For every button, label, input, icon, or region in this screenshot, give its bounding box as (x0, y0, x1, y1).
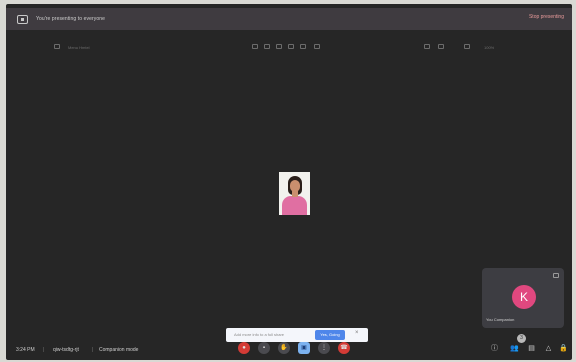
present-icon: ▣ (301, 345, 307, 351)
shared-document-toolbar: Menu Hmtel 100% (6, 40, 572, 54)
stop-presenting-button[interactable]: Stop presenting (529, 14, 564, 20)
tool-icon[interactable] (300, 44, 306, 49)
separator: | (43, 347, 45, 353)
separator: | (92, 347, 94, 353)
camera-icon: ▪ (262, 345, 266, 351)
info-button[interactable]: ⓘ (490, 344, 499, 353)
companion-mode-label: Companion mode (99, 347, 139, 353)
meet-window: You're presenting to everyone Stop prese… (6, 4, 572, 360)
self-video-tile[interactable]: K You Companion (482, 268, 564, 328)
raise-hand-button[interactable]: ✋ (278, 342, 290, 354)
zoom-icon[interactable] (464, 44, 470, 49)
tool-icon[interactable] (252, 44, 258, 49)
meeting-clock: 3:24 PM (16, 347, 35, 353)
tool-icon[interactable] (276, 44, 282, 49)
present-button[interactable]: ▣ (298, 342, 310, 354)
more-options-button[interactable]: ⋮ (318, 342, 330, 354)
activities-button[interactable]: △ (544, 344, 553, 353)
meeting-code: qiw-tsdtg-rjt (53, 347, 79, 353)
presenting-banner-text: You're presenting to everyone (36, 16, 105, 22)
present-screen-icon (17, 14, 28, 24)
presenting-banner: You're presenting to everyone Stop prese… (6, 8, 572, 30)
chat-button[interactable]: ▤ (527, 344, 536, 353)
people-button[interactable]: 👥 (510, 344, 519, 353)
chat-icon: ▤ (528, 345, 535, 352)
tool-icon[interactable] (314, 44, 320, 49)
hand-icon: ✋ (280, 345, 288, 351)
activities-icon: △ (545, 345, 552, 352)
camera-button[interactable]: ▪ (258, 342, 270, 354)
shared-photo (279, 172, 310, 215)
fullscreen-icon[interactable] (438, 44, 444, 49)
share-toast: Add more info to a full share Yes, Going… (226, 328, 368, 342)
tool-icon[interactable] (288, 44, 294, 49)
more-icon: ⋮ (321, 345, 327, 351)
participant-count-badge: 3 (517, 334, 526, 343)
document-menu-icon[interactable] (54, 44, 60, 49)
leave-call-button[interactable]: ☎ (338, 342, 350, 354)
mic-button[interactable]: ● (238, 342, 250, 354)
lock-icon: 🔒 (559, 345, 568, 352)
toast-message: Add more info to a full share (234, 332, 285, 337)
tile-options-icon[interactable] (553, 273, 559, 278)
info-icon: ⓘ (491, 345, 498, 352)
toast-confirm-button[interactable]: Yes, Going (315, 330, 345, 340)
close-icon[interactable]: × (355, 330, 359, 336)
tool-icon[interactable] (264, 44, 270, 49)
pen-icon[interactable] (424, 44, 430, 49)
host-controls-button[interactable]: 🔒 (559, 344, 568, 353)
self-tile-name: You Companion (486, 317, 515, 322)
avatar: K (512, 285, 536, 309)
leave-call-icon: ☎ (340, 345, 348, 351)
mic-off-icon: ● (242, 345, 246, 351)
shared-document-title: Menu Hmtel (68, 45, 90, 50)
zoom-level: 100% (484, 45, 495, 50)
people-icon: 👥 (510, 345, 519, 352)
